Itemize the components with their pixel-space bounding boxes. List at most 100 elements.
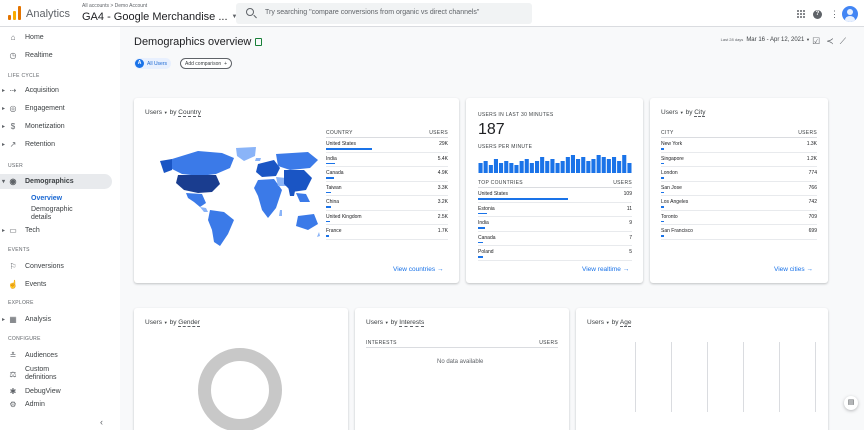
- metric-name: Users: [145, 109, 162, 116]
- minute-bar[interactable]: [514, 165, 519, 173]
- table-row[interactable]: Singapore 1.2K: [661, 153, 817, 167]
- minute-bar[interactable]: [519, 161, 524, 173]
- table-row[interactable]: United Kingdom 2.5K: [326, 211, 448, 225]
- apps-grid-icon[interactable]: [797, 10, 805, 18]
- collapse-sidebar-icon[interactable]: ‹: [100, 417, 103, 427]
- feedback-icon[interactable]: ▤: [844, 396, 858, 410]
- table-row[interactable]: France 1.7K: [326, 225, 448, 240]
- minute-bar[interactable]: [622, 155, 627, 173]
- minute-bar[interactable]: [627, 163, 632, 173]
- world-map[interactable]: [158, 146, 320, 251]
- age-card-title[interactable]: Users ▼ by Age: [587, 319, 632, 327]
- gender-card-title[interactable]: Users ▼ by Gender: [145, 319, 200, 327]
- sidebar-item-events[interactable]: ☝ Events: [0, 277, 112, 292]
- minute-bar[interactable]: [606, 159, 611, 173]
- sidebar-item-demographic-details[interactable]: Demographic details: [31, 206, 91, 222]
- table-row[interactable]: London 774: [661, 167, 817, 182]
- table-row[interactable]: India 9: [478, 217, 632, 232]
- sidebar-item-demographics[interactable]: ▾ ◉ Demographics: [0, 174, 112, 189]
- minute-bar[interactable]: [535, 161, 540, 173]
- minute-bar[interactable]: [504, 161, 509, 173]
- table-row[interactable]: Toronto 709: [661, 211, 817, 225]
- sidebar-item-audiences[interactable]: ≛ Audiences: [0, 348, 112, 363]
- view-cities-link[interactable]: View cities →: [774, 266, 813, 273]
- table-row[interactable]: Canada 4.9K: [326, 167, 448, 182]
- table-row[interactable]: United States 29K: [326, 138, 448, 153]
- minute-bar[interactable]: [596, 155, 601, 173]
- gender-donut-chart[interactable]: [198, 348, 282, 430]
- minute-bar[interactable]: [617, 161, 622, 173]
- table-row[interactable]: Taiwan 3.3K: [326, 182, 448, 196]
- account-avatar[interactable]: [842, 6, 858, 22]
- table-row[interactable]: China 3.2K: [326, 196, 448, 211]
- minute-bar[interactable]: [509, 163, 514, 173]
- table-row[interactable]: Los Angeles 742: [661, 196, 817, 211]
- sidebar-item-analysis[interactable]: ▸ ▦ Analysis: [0, 312, 112, 327]
- table-row[interactable]: San Jose 766: [661, 182, 817, 196]
- more-vert-icon[interactable]: ⋮: [830, 9, 839, 20]
- sidebar-item-tech[interactable]: ▸ ▭ Tech: [0, 223, 112, 238]
- minute-bar[interactable]: [499, 163, 504, 173]
- all-users-chip[interactable]: A All Users: [134, 58, 172, 69]
- arrow-right-icon: →: [806, 266, 813, 273]
- minute-bar[interactable]: [591, 159, 596, 173]
- minute-bar[interactable]: [560, 161, 565, 173]
- sidebar-item-realtime[interactable]: ◷ Realtime: [0, 48, 112, 63]
- minute-bar[interactable]: [565, 157, 570, 173]
- country-card-title[interactable]: Users ▼ by Country: [145, 109, 202, 117]
- minute-bar[interactable]: [524, 159, 529, 173]
- sidebar-item-retention[interactable]: ▸ ↗ Retention: [0, 137, 112, 152]
- minute-bar[interactable]: [581, 157, 586, 173]
- map-region-australia: [296, 214, 318, 230]
- minute-bar[interactable]: [555, 163, 560, 173]
- sidebar-item-custom-definitions[interactable]: ⚖ Custom definitions: [0, 365, 112, 383]
- users-per-minute-chart[interactable]: [478, 153, 632, 173]
- minute-bar[interactable]: [576, 159, 581, 173]
- row-label: India: [478, 220, 489, 226]
- property-selector[interactable]: GA4 - Google Merchandise ... ▼: [82, 11, 237, 23]
- sidebar-item-debugview[interactable]: ✱ DebugView: [0, 386, 112, 396]
- view-realtime-link[interactable]: View realtime →: [582, 266, 629, 273]
- table-row[interactable]: United States 109: [478, 188, 632, 203]
- table-row[interactable]: New York 1.3K: [661, 138, 817, 153]
- account-breadcrumb[interactable]: All accounts > Demo Account: [82, 3, 147, 9]
- interests-card-title[interactable]: Users ▼ by Interests: [366, 319, 425, 327]
- minute-bar[interactable]: [612, 157, 617, 173]
- date-range-selector[interactable]: Last 28 days Mar 16 - Apr 12, 2021 ▼: [721, 37, 810, 43]
- search-bar[interactable]: Try searching "compare conversions from …: [236, 3, 532, 24]
- view-countries-link[interactable]: View countries →: [393, 266, 443, 273]
- city-card-title[interactable]: Users ▼ by City: [661, 109, 706, 117]
- minute-bar[interactable]: [601, 157, 606, 173]
- sidebar-item-overview[interactable]: Overview: [31, 195, 62, 203]
- table-row[interactable]: Poland 5: [478, 246, 632, 261]
- table-row[interactable]: Canada 7: [478, 232, 632, 246]
- sidebar-item-admin[interactable]: ⚙ Admin: [0, 397, 112, 412]
- share-icon[interactable]: ≺: [826, 36, 834, 47]
- sidebar-item-acquisition[interactable]: ▸ ⇢ Acquisition: [0, 83, 112, 98]
- sidebar-item-conversions[interactable]: ⚐ Conversions: [0, 259, 112, 274]
- chevron-right-icon: ▸: [2, 88, 6, 94]
- minute-bar[interactable]: [529, 163, 534, 173]
- minute-bar[interactable]: [570, 155, 575, 173]
- minute-bar[interactable]: [550, 159, 555, 173]
- map-region-se-asia: [296, 193, 310, 202]
- add-comparison-button[interactable]: Add comparison +: [180, 58, 233, 69]
- report-status-icon[interactable]: [255, 38, 263, 47]
- table-row[interactable]: Estonia 11: [478, 203, 632, 217]
- help-icon[interactable]: ?: [813, 9, 822, 19]
- sidebar-item-monetization[interactable]: ▸ $ Monetization: [0, 119, 112, 134]
- minute-bar[interactable]: [488, 165, 493, 173]
- table-row[interactable]: India 5.4K: [326, 153, 448, 167]
- sidebar-item-engagement[interactable]: ▸ ◎ Engagement: [0, 101, 112, 116]
- minute-bar[interactable]: [483, 161, 488, 173]
- insights-icon[interactable]: ⟋: [840, 36, 846, 47]
- table-row[interactable]: San Francisco 699: [661, 225, 817, 240]
- minute-bar[interactable]: [493, 159, 498, 173]
- minute-bar[interactable]: [478, 163, 483, 173]
- sidebar-item-home[interactable]: ⌂ Home: [0, 30, 112, 45]
- minute-bar[interactable]: [540, 157, 545, 173]
- customize-report-icon[interactable]: ☑: [812, 36, 820, 47]
- minute-bar[interactable]: [545, 161, 550, 173]
- minute-bar[interactable]: [586, 161, 591, 173]
- analytics-logo-icon[interactable]: [8, 6, 22, 20]
